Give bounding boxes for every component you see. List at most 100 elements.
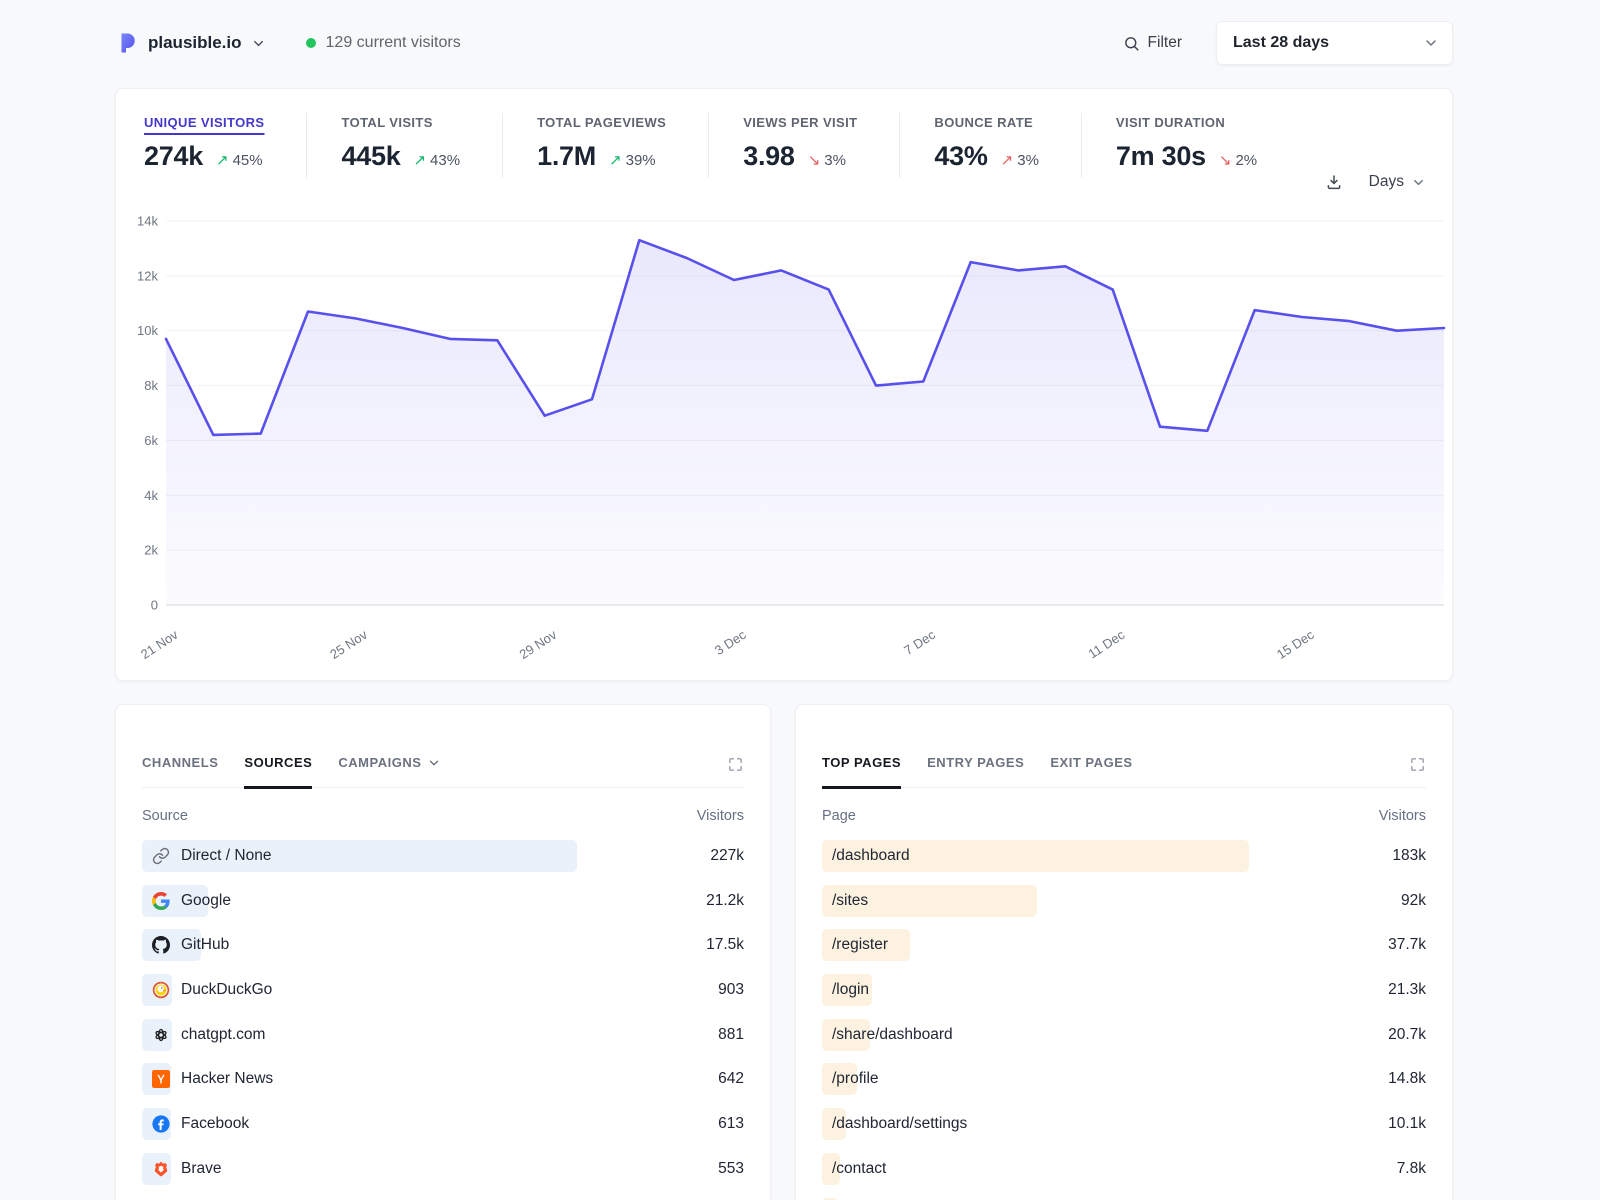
row-value: 553 — [718, 1160, 744, 1178]
metric-change: 39% — [626, 152, 656, 169]
table-row[interactable]: Google 21.2k — [142, 885, 744, 917]
column-header-visitors: Visitors — [1379, 808, 1426, 824]
table-row[interactable]: chatgpt.com 881 — [142, 1019, 744, 1051]
table-row[interactable]: GitHub 17.5k — [142, 929, 744, 961]
date-range-select[interactable]: Last 28 days — [1216, 21, 1453, 65]
metric-change: 3% — [824, 152, 846, 169]
chevron-down-icon — [251, 36, 266, 51]
metric-total-pageviews[interactable]: TOTAL PAGEVIEWS 1.7M ↗ 39% — [502, 113, 708, 178]
trend-up-icon: ↗ — [216, 151, 229, 169]
row-label: GitHub — [181, 936, 229, 954]
metric-bounce-rate[interactable]: BOUNCE RATE 43% ↗ 3% — [899, 113, 1081, 178]
filter-button[interactable]: Filter — [1123, 34, 1182, 52]
download-icon[interactable] — [1325, 173, 1343, 191]
row-value: 21.3k — [1388, 981, 1426, 999]
metric-visit-duration[interactable]: VISIT DURATION 7m 30s ↘ 2% — [1081, 113, 1299, 178]
expand-icon[interactable] — [727, 756, 744, 773]
metric-change: 45% — [233, 152, 263, 169]
tab-entry-pages[interactable]: ENTRY PAGES — [927, 755, 1024, 789]
tab-sources[interactable]: SOURCES — [244, 755, 312, 789]
expand-icon[interactable] — [1409, 756, 1426, 773]
table-row[interactable]: /contact 7.8k — [822, 1153, 1426, 1185]
row-label: Google — [181, 892, 231, 910]
svg-text:10k: 10k — [137, 323, 158, 338]
tab-channels[interactable]: CHANNELS — [142, 755, 218, 789]
metric-value: 3.98 — [743, 141, 794, 172]
interval-select[interactable]: Days — [1369, 173, 1426, 191]
svg-text:6k: 6k — [144, 433, 158, 448]
openai-icon — [152, 1026, 170, 1044]
row-value: 903 — [718, 981, 744, 999]
column-header-page: Page — [822, 808, 856, 824]
metric-value: 7m 30s — [1116, 141, 1206, 172]
table-row[interactable]: /register 37.7k — [822, 929, 1426, 961]
table-row[interactable]: Hacker News 642 — [142, 1063, 744, 1095]
row-label: Facebook — [181, 1115, 249, 1133]
sources-column-headers: Source Visitors — [142, 808, 744, 824]
row-label: /dashboard/settings — [832, 1115, 967, 1133]
sources-tabs: CHANNELS SOURCES CAMPAIGNS — [142, 755, 441, 787]
metric-value: 43% — [934, 141, 987, 172]
svg-text:25 Nov: 25 Nov — [327, 627, 370, 662]
facebook-icon — [152, 1115, 170, 1133]
row-label: /contact — [832, 1160, 886, 1178]
column-header-source: Source — [142, 808, 188, 824]
pages-card: TOP PAGES ENTRY PAGES EXIT PAGES Page Vi… — [795, 704, 1453, 1200]
table-row[interactable]: /profile 14.8k — [822, 1063, 1426, 1095]
table-row[interactable]: /sites 92k — [822, 885, 1426, 917]
metric-value: 1.7M — [537, 141, 596, 172]
tab-top-pages[interactable]: TOP PAGES — [822, 755, 901, 789]
svg-text:0: 0 — [151, 598, 158, 613]
svg-text:12k: 12k — [137, 268, 158, 283]
sources-tabs-row: CHANNELS SOURCES CAMPAIGNS — [142, 705, 744, 788]
metric-value: 445k — [341, 141, 400, 172]
row-label: /login — [832, 981, 869, 999]
table-row[interactable]: Brave 553 — [142, 1153, 744, 1185]
table-row[interactable]: /dashboard/settings 10.1k — [822, 1108, 1426, 1140]
metric-unique-visitors[interactable]: UNIQUE VISITORS 274k ↗ 45% — [144, 113, 306, 178]
brave-icon — [152, 1160, 170, 1178]
top-bar: plausible.io 129 current visitors Filter… — [115, 0, 1453, 86]
date-range-value: Last 28 days — [1233, 34, 1329, 52]
metric-views-per-visit[interactable]: VIEWS PER VISIT 3.98 ↘ 3% — [708, 113, 899, 178]
table-row[interactable]: Facebook 613 — [142, 1108, 744, 1140]
google-icon — [152, 892, 170, 910]
table-row[interactable]: /login 21.3k — [822, 974, 1426, 1006]
pages-column-headers: Page Visitors — [822, 808, 1426, 824]
row-value: 7.8k — [1397, 1160, 1426, 1178]
svg-text:11 Dec: 11 Dec — [1085, 627, 1127, 662]
row-label: DuckDuckGo — [181, 981, 272, 999]
svg-text:29 Nov: 29 Nov — [517, 627, 560, 662]
row-value: 183k — [1392, 847, 1426, 865]
tab-campaigns[interactable]: CAMPAIGNS — [338, 755, 440, 789]
hackernews-icon — [152, 1070, 170, 1088]
table-row[interactable]: /dashboard 183k — [822, 840, 1426, 872]
row-value: 10.1k — [1388, 1115, 1426, 1133]
metric-total-visits[interactable]: TOTAL VISITS 445k ↗ 43% — [306, 113, 502, 178]
row-label: /sites — [832, 892, 868, 910]
table-row[interactable]: Direct / None 227k — [142, 840, 744, 872]
duckduckgo-icon — [152, 981, 170, 999]
table-row[interactable]: DuckDuckGo 903 — [142, 974, 744, 1006]
metric-change: 2% — [1235, 152, 1257, 169]
tab-label: CAMPAIGNS — [338, 755, 421, 770]
svg-text:7 Dec: 7 Dec — [901, 627, 938, 658]
row-label: Hacker News — [181, 1070, 273, 1088]
row-value: 20.7k — [1388, 1026, 1426, 1044]
table-row[interactable]: /share/dashboard 20.7k — [822, 1019, 1426, 1051]
svg-text:2k: 2k — [144, 543, 158, 558]
row-value: 92k — [1401, 892, 1426, 910]
row-label: /share/dashboard — [832, 1026, 953, 1044]
svg-text:15 Dec: 15 Dec — [1274, 627, 1317, 662]
metric-label: TOTAL PAGEVIEWS — [537, 115, 666, 130]
tab-exit-pages[interactable]: EXIT PAGES — [1050, 755, 1132, 789]
chevron-down-icon — [1423, 35, 1439, 51]
site-switcher[interactable]: plausible.io — [115, 31, 266, 55]
metric-change: 43% — [430, 152, 460, 169]
tab-label: CHANNELS — [142, 755, 218, 770]
metric-change: 3% — [1017, 152, 1039, 169]
row-label: /profile — [832, 1070, 879, 1088]
trend-up-icon: ↗ — [413, 151, 426, 169]
row-value: 881 — [718, 1026, 744, 1044]
current-visitors[interactable]: 129 current visitors — [306, 34, 461, 52]
